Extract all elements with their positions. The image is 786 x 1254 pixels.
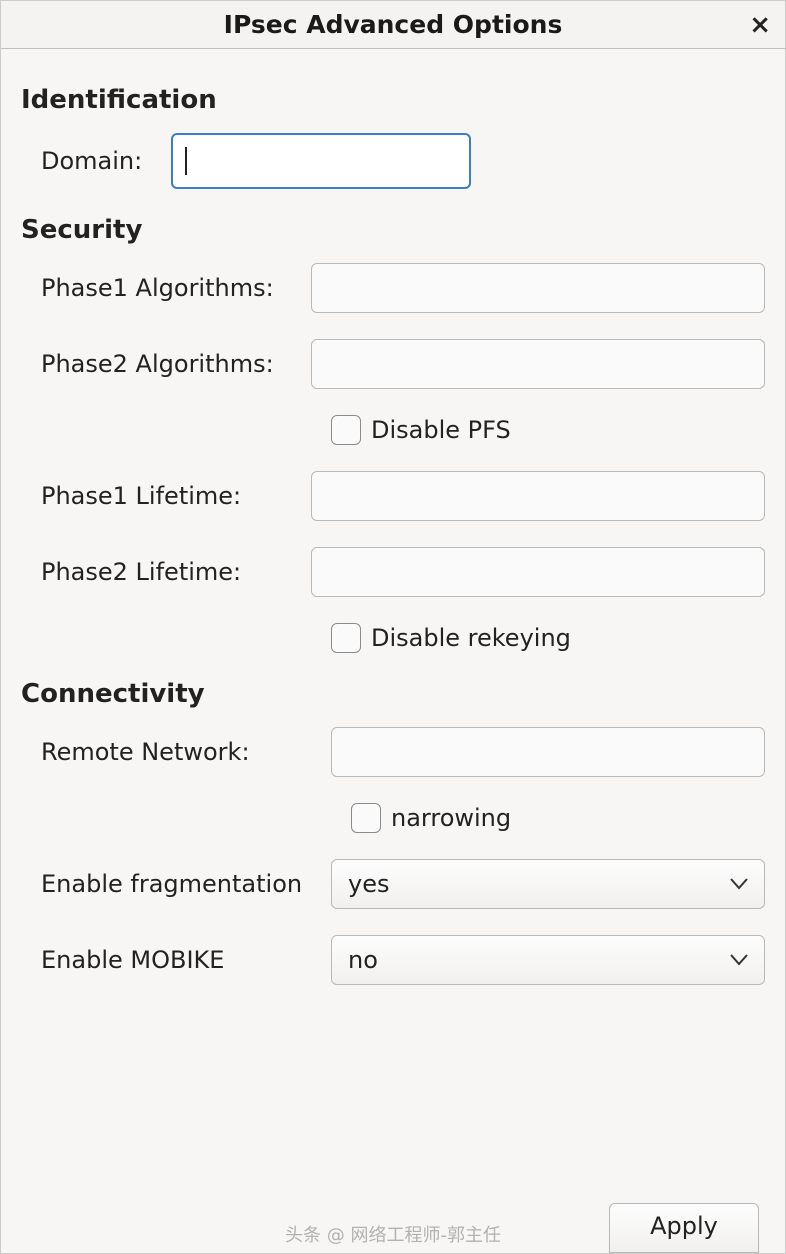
chevron-down-icon xyxy=(730,954,748,966)
domain-label: Domain: xyxy=(21,147,171,175)
chevron-down-icon xyxy=(730,878,748,890)
apply-button-label: Apply xyxy=(650,1212,718,1240)
row-enable-mobike: Enable MOBIKE no xyxy=(21,935,765,985)
content-area: Identification Domain: Security Phase1 A… xyxy=(1,49,785,1158)
row-phase1-algorithms: Phase1 Algorithms: xyxy=(21,263,765,313)
close-icon[interactable]: × xyxy=(749,12,771,38)
row-phase1-lifetime: Phase1 Lifetime: xyxy=(21,471,765,521)
enable-fragmentation-label: Enable fragmentation xyxy=(21,870,331,898)
phase2-algorithms-input[interactable] xyxy=(311,339,765,389)
row-remote-network: Remote Network: xyxy=(21,727,765,777)
phase2-lifetime-input[interactable] xyxy=(311,547,765,597)
remote-network-input[interactable] xyxy=(331,727,765,777)
phase1-lifetime-input[interactable] xyxy=(311,471,765,521)
window-title: IPsec Advanced Options xyxy=(224,10,563,39)
section-connectivity-heading: Connectivity xyxy=(21,679,765,709)
enable-mobike-value: no xyxy=(348,946,378,974)
disable-pfs-checkbox[interactable] xyxy=(331,415,361,445)
domain-input[interactable] xyxy=(171,133,471,189)
disable-rekeying-checkbox[interactable] xyxy=(331,623,361,653)
narrowing-checkbox[interactable] xyxy=(351,803,381,833)
titlebar: IPsec Advanced Options × xyxy=(1,1,785,49)
row-enable-fragmentation: Enable fragmentation yes xyxy=(21,859,765,909)
ipsec-advanced-options-window: IPsec Advanced Options × Identification … xyxy=(0,0,786,1254)
row-narrowing: narrowing xyxy=(21,803,765,833)
phase1-lifetime-label: Phase1 Lifetime: xyxy=(21,482,311,510)
phase2-lifetime-label: Phase2 Lifetime: xyxy=(21,558,311,586)
section-security-heading: Security xyxy=(21,215,765,245)
footer: Apply 头条 @ 网络工程师-郭主任 xyxy=(1,1158,785,1253)
phase2-algorithms-label: Phase2 Algorithms: xyxy=(21,350,311,378)
remote-network-label: Remote Network: xyxy=(21,738,331,766)
enable-mobike-select[interactable]: no xyxy=(331,935,765,985)
section-identification-heading: Identification xyxy=(21,85,765,115)
enable-fragmentation-select[interactable]: yes xyxy=(331,859,765,909)
narrowing-label: narrowing xyxy=(391,804,511,832)
apply-button[interactable]: Apply xyxy=(609,1203,759,1253)
phase1-algorithms-input[interactable] xyxy=(311,263,765,313)
row-disable-rekeying: Disable rekeying xyxy=(21,623,765,653)
disable-rekeying-label: Disable rekeying xyxy=(371,624,571,652)
row-disable-pfs: Disable PFS xyxy=(21,415,765,445)
disable-pfs-label: Disable PFS xyxy=(371,416,511,444)
enable-fragmentation-value: yes xyxy=(348,870,389,898)
row-phase2-lifetime: Phase2 Lifetime: xyxy=(21,547,765,597)
phase1-algorithms-label: Phase1 Algorithms: xyxy=(21,274,311,302)
row-phase2-algorithms: Phase2 Algorithms: xyxy=(21,339,765,389)
enable-mobike-label: Enable MOBIKE xyxy=(21,946,331,974)
row-domain: Domain: xyxy=(21,133,765,189)
